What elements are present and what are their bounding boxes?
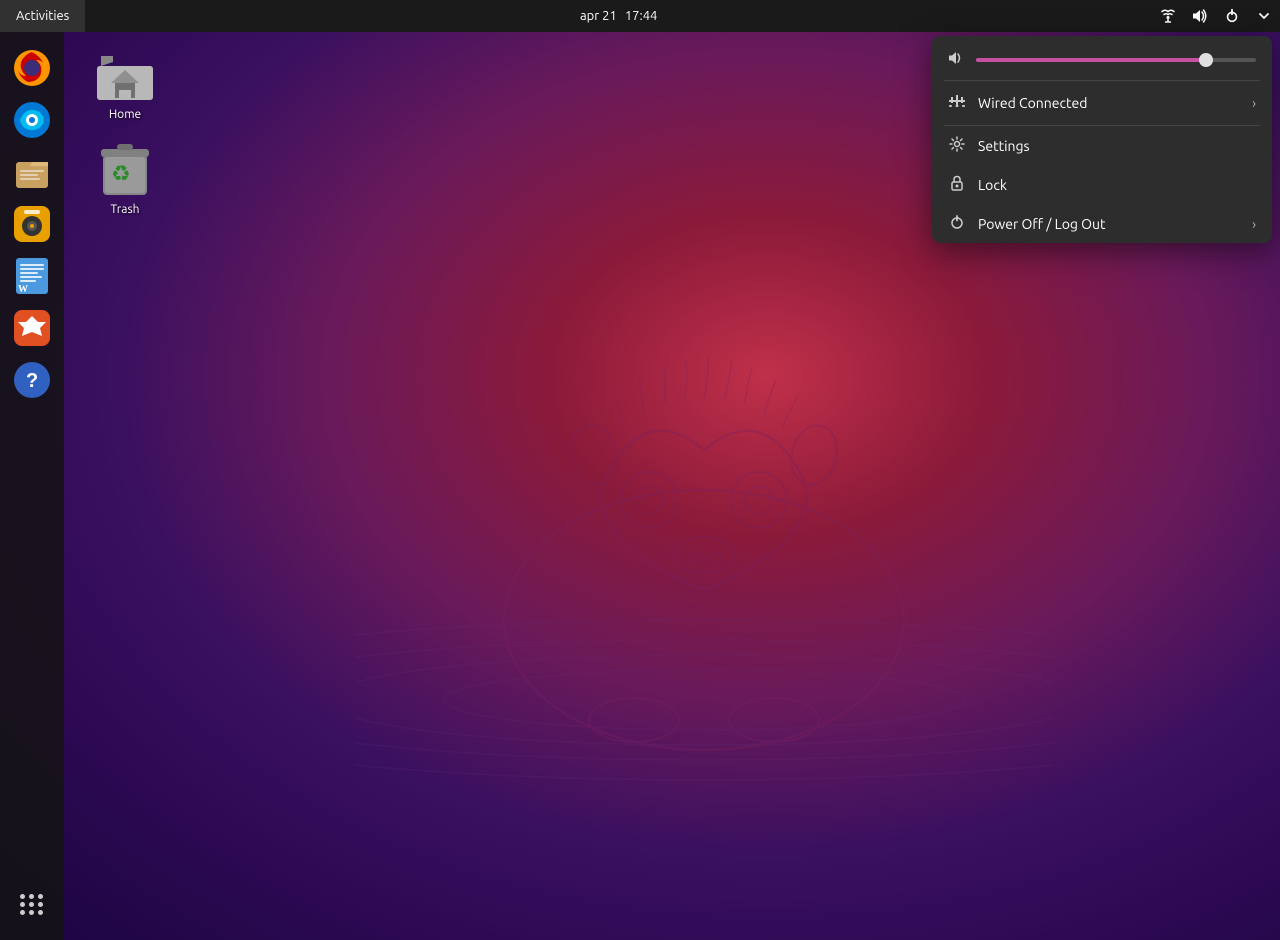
dock: W ?: [0, 32, 64, 940]
volume-track: [976, 58, 1256, 62]
topbar-datetime: apr 21 17:44: [580, 9, 657, 23]
volume-control-icon: [948, 50, 966, 70]
power-menu-item[interactable]: Power Off / Log Out ›: [932, 204, 1272, 243]
wired-chevron-icon: ›: [1252, 95, 1256, 111]
show-apps-button[interactable]: [8, 880, 56, 928]
activities-label: Activities: [16, 9, 69, 23]
topbar: Activities apr 21 17:44: [0, 0, 1280, 32]
power-chevron-icon: ›: [1252, 216, 1256, 232]
dock-item-firefox[interactable]: [8, 44, 56, 92]
settings-gear-icon: [948, 136, 966, 155]
settings-label: Settings: [978, 138, 1256, 154]
dock-item-thunderbird[interactable]: [8, 96, 56, 144]
svg-text:?: ?: [26, 370, 38, 392]
trash-icon-label: Trash: [110, 203, 139, 216]
power-label: Power Off / Log Out: [978, 216, 1240, 232]
volume-fill: [976, 58, 1206, 62]
dock-item-help[interactable]: ?: [8, 356, 56, 404]
lock-label: Lock: [978, 177, 1256, 193]
volume-thumb: [1199, 53, 1213, 67]
wired-connected-row[interactable]: Wired Connected ›: [932, 81, 1272, 125]
power-off-icon: [948, 214, 966, 233]
svg-text:W: W: [18, 284, 28, 295]
volume-icon[interactable]: [1184, 0, 1216, 32]
trash-can-icon: ♻: [97, 141, 153, 197]
volume-row: [932, 36, 1272, 80]
apps-grid-icon: [20, 894, 44, 915]
home-folder-icon: [97, 46, 153, 102]
activities-button[interactable]: Activities: [0, 0, 85, 32]
desktop-icon-trash[interactable]: ♻ Trash: [80, 135, 170, 222]
lock-menu-item[interactable]: Lock: [932, 165, 1272, 204]
dock-item-software[interactable]: [8, 304, 56, 352]
lock-icon: [948, 175, 966, 194]
dock-item-files[interactable]: [8, 148, 56, 196]
desktop-wallpaper-hippo: [354, 200, 1054, 800]
volume-slider[interactable]: [976, 58, 1256, 62]
dock-item-rhythmbox[interactable]: [8, 200, 56, 248]
wired-label: Wired Connected: [978, 95, 1240, 111]
system-menu-popup: Wired Connected › Settings Lock: [932, 36, 1272, 243]
network-wired-icon: [948, 93, 966, 113]
topbar-date: apr 21: [580, 9, 617, 23]
desktop-icon-home[interactable]: Home: [80, 40, 170, 127]
topbar-menu-chevron[interactable]: [1248, 0, 1280, 32]
topbar-right: [1152, 0, 1280, 32]
dock-item-writer[interactable]: W: [8, 252, 56, 300]
settings-menu-item[interactable]: Settings: [932, 126, 1272, 165]
topbar-time: 17:44: [625, 9, 658, 23]
network-icon[interactable]: [1152, 0, 1184, 32]
power-icon[interactable]: [1216, 0, 1248, 32]
svg-text:♻: ♻: [111, 161, 131, 186]
home-icon-label: Home: [109, 108, 141, 121]
desktop-icons: Home ♻ Trash: [80, 40, 170, 222]
